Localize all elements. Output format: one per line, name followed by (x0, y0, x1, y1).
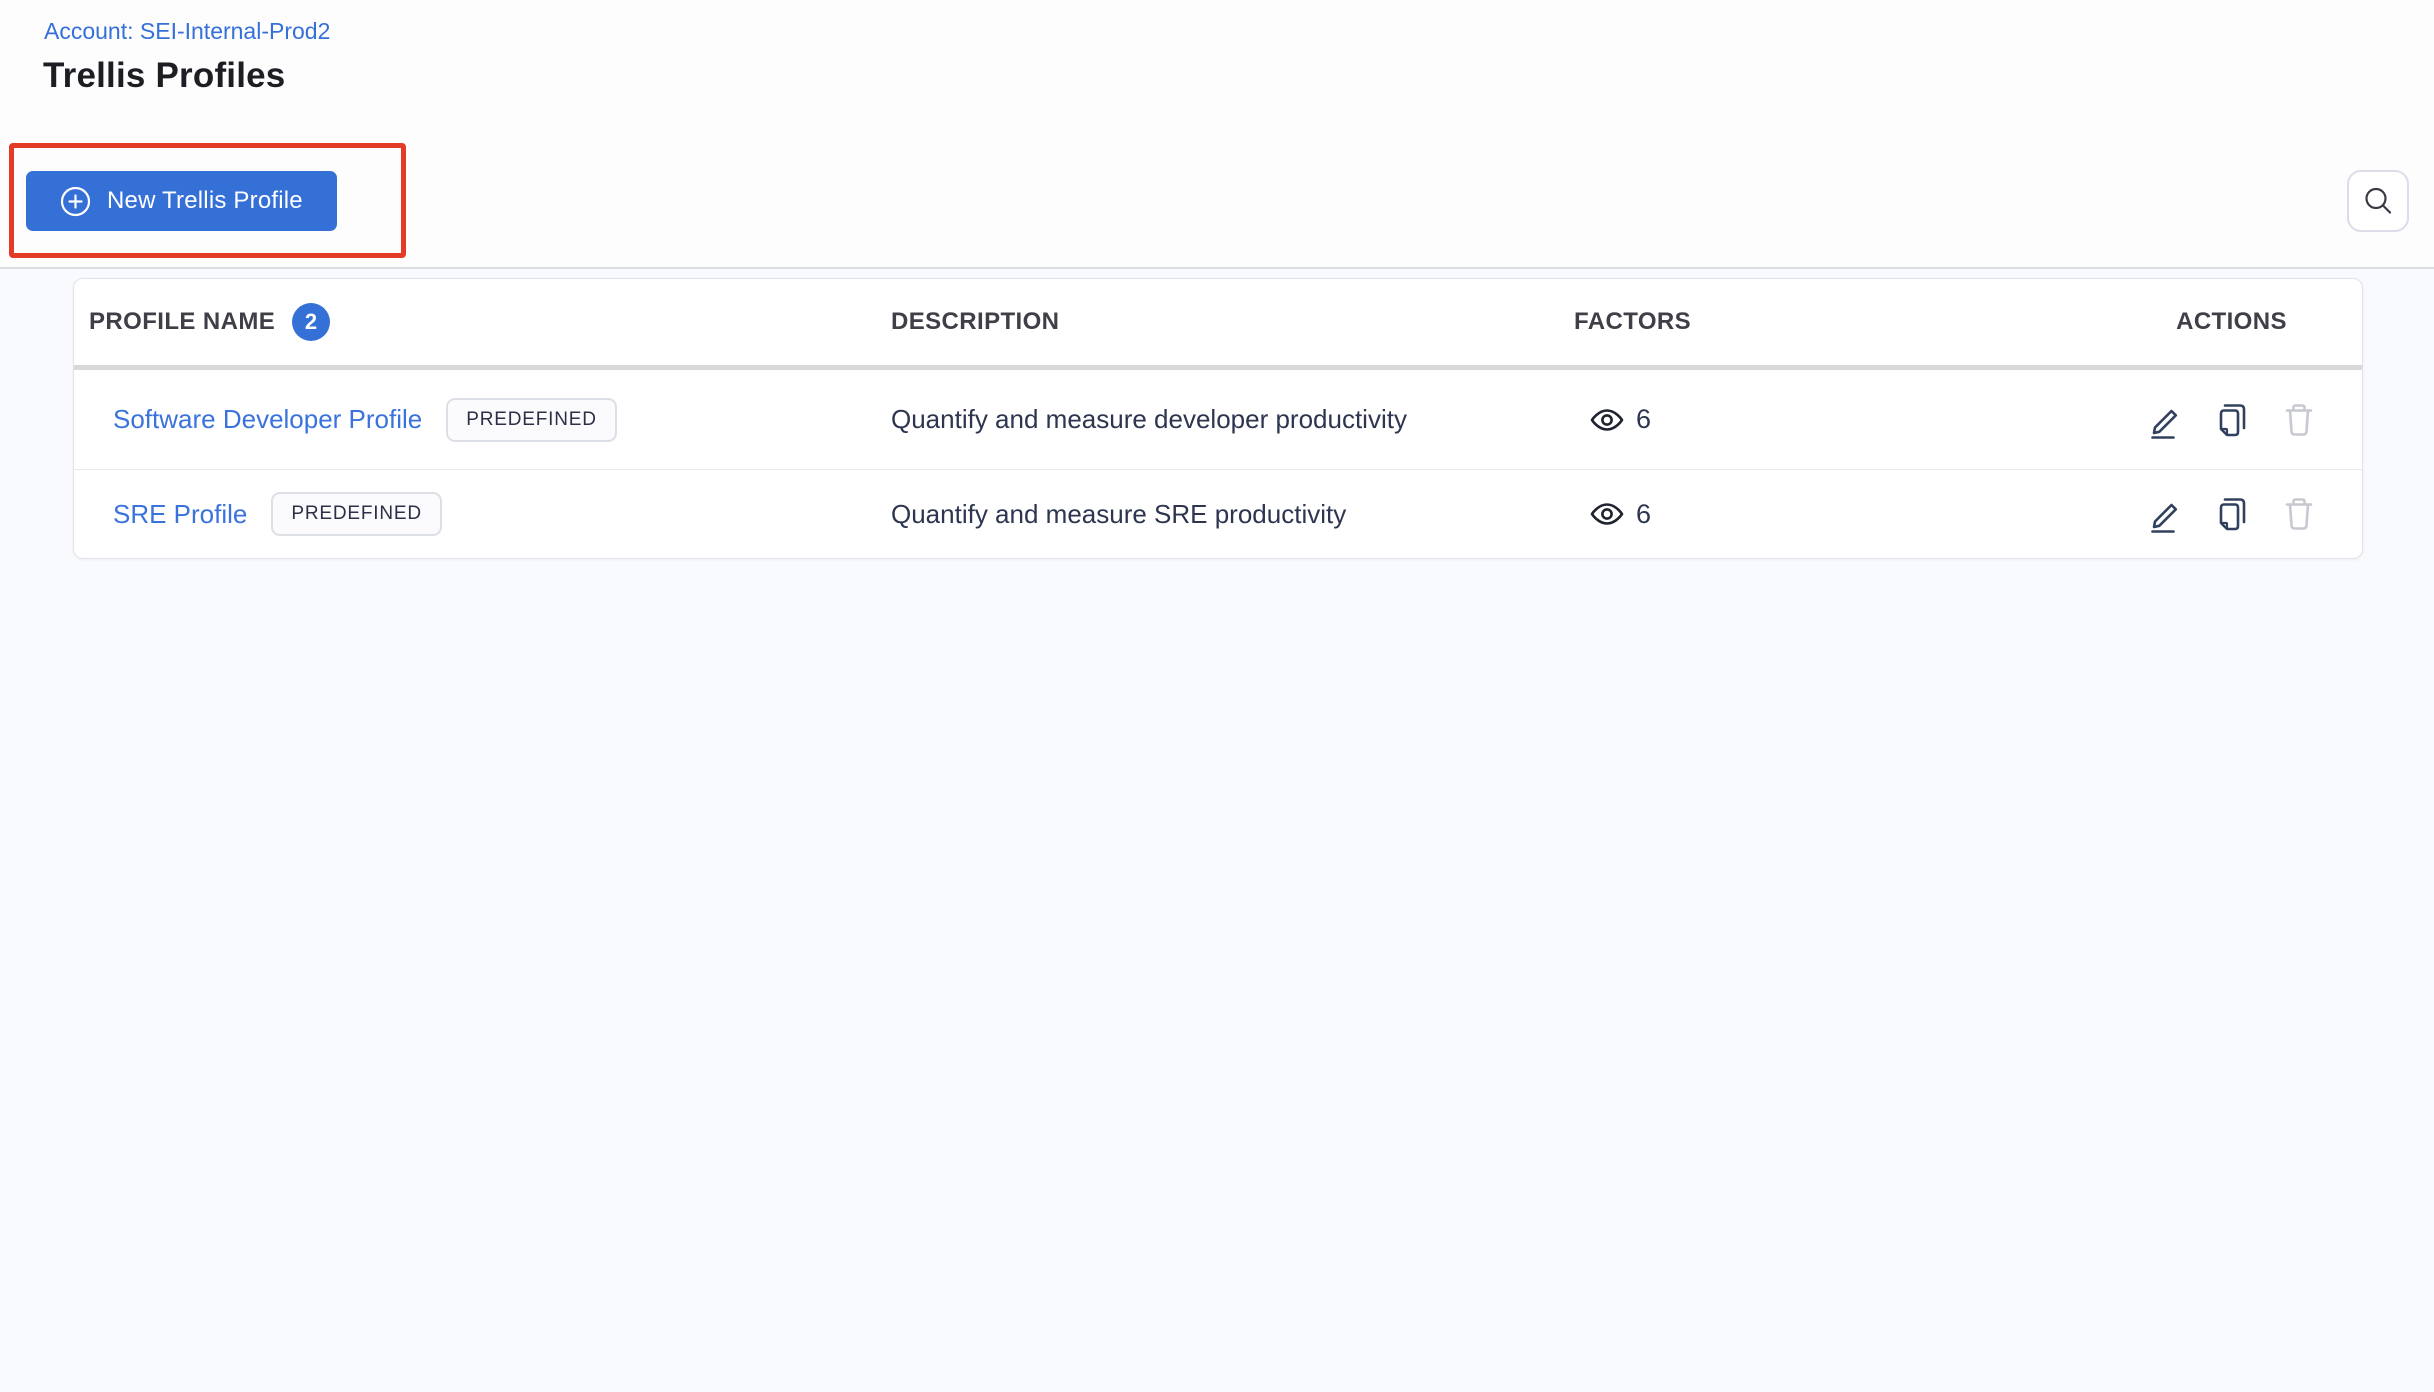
eye-icon (1589, 500, 1625, 528)
copy-icon (2213, 399, 2251, 441)
profile-link[interactable]: Software Developer Profile (113, 404, 422, 435)
factors-count: 6 (1636, 404, 1652, 434)
factors-count: 6 (1636, 498, 1652, 529)
column-header-factors: FACTORS (1574, 308, 1692, 335)
profile-link[interactable]: SRE Profile (113, 499, 247, 530)
predefined-tag: PREDEFINED (446, 397, 617, 442)
edit-button[interactable] (2145, 398, 2185, 442)
search-icon (2362, 185, 2394, 217)
profiles-table: PROFILE NAME 2 DESCRIPTION FACTORS ACTIO… (73, 278, 2363, 559)
pencil-icon (2146, 399, 2184, 441)
content-area: PROFILE NAME 2 DESCRIPTION FACTORS ACTIO… (0, 269, 2434, 559)
table-row: Software Developer Profile PREDEFINED Qu… (74, 370, 2362, 470)
plus-circle-icon (60, 186, 91, 217)
new-trellis-profile-label: New Trellis Profile (107, 187, 303, 214)
edit-button[interactable] (2145, 492, 2185, 536)
trash-icon (2280, 493, 2318, 535)
pencil-icon (2146, 493, 2184, 535)
eye-icon (1589, 406, 1625, 434)
trash-icon (2280, 399, 2318, 441)
page-header: Account: SEI-Internal-Prod2 Trellis Prof… (0, 0, 2434, 269)
search-button[interactable] (2347, 170, 2409, 232)
page-title: Trellis Profiles (43, 56, 286, 95)
predefined-tag: PREDEFINED (271, 492, 442, 536)
copy-icon (2213, 493, 2251, 535)
column-header-profile-name: PROFILE NAME 2 (74, 303, 891, 341)
column-header-description: DESCRIPTION (891, 308, 1060, 335)
clone-button[interactable] (2212, 398, 2252, 442)
delete-button[interactable] (2279, 398, 2319, 442)
profile-description: Quantify and measure SRE productivity (891, 498, 1347, 529)
profile-name-header-label: PROFILE NAME (89, 308, 276, 335)
table-row: SRE Profile PREDEFINED Quantify and meas… (74, 470, 2362, 558)
new-trellis-profile-button[interactable]: New Trellis Profile (26, 171, 337, 231)
clone-button[interactable] (2212, 492, 2252, 536)
column-header-actions: ACTIONS (2176, 308, 2287, 335)
profile-description: Quantify and measure developer productiv… (891, 404, 1407, 434)
delete-button[interactable] (2279, 492, 2319, 536)
row-count-badge: 2 (292, 303, 331, 341)
breadcrumb-account-link[interactable]: Account: SEI-Internal-Prod2 (44, 18, 330, 45)
table-header-row: PROFILE NAME 2 DESCRIPTION FACTORS ACTIO… (74, 279, 2362, 365)
